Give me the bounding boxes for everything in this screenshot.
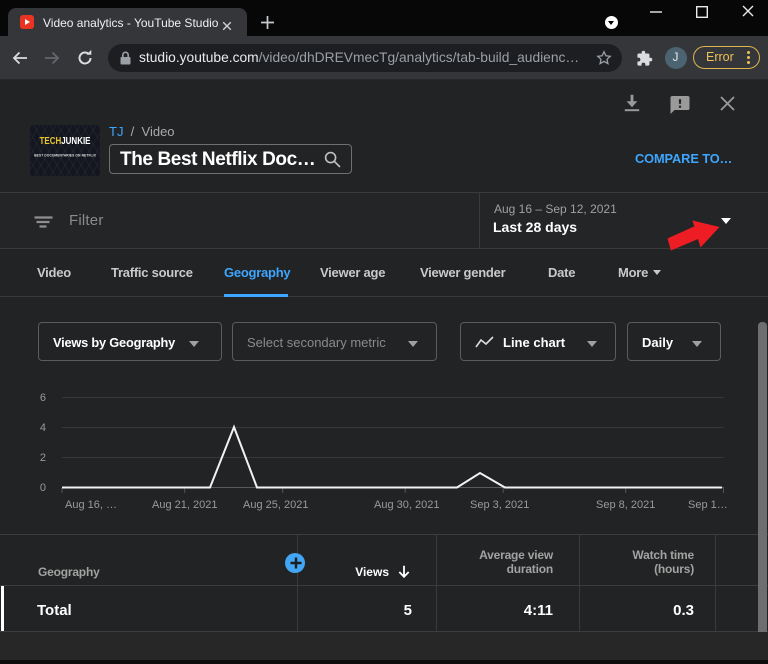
svg-text:0: 0 [40,482,46,494]
svg-text:2: 2 [40,452,46,464]
svg-text:4: 4 [40,422,46,434]
svg-text:6: 6 [40,392,46,404]
